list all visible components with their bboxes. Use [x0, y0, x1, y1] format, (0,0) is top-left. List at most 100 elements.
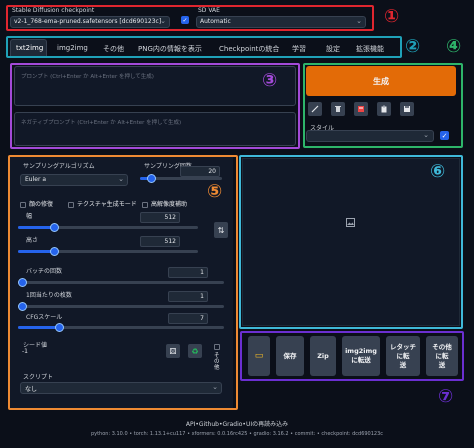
footer-versions: python: 3.10.0 • torch: 1.13.1+cu117 • x…: [90, 431, 384, 437]
clear-prompt-button[interactable]: [331, 102, 345, 116]
steps-slider-thumb[interactable]: [147, 174, 156, 183]
batch-count-input[interactable]: 1: [168, 267, 208, 278]
batch-count-slider[interactable]: [18, 278, 224, 287]
cfg-slider[interactable]: [18, 323, 224, 332]
output-gallery[interactable]: [242, 158, 460, 326]
annotation-4: ④: [446, 36, 462, 57]
paste-params-button[interactable]: [308, 102, 322, 116]
width-slider[interactable]: [18, 223, 198, 232]
dice-icon: ⚄: [169, 346, 177, 356]
batch-size-input[interactable]: 1: [168, 291, 208, 302]
save-button[interactable]: 保存: [276, 336, 304, 376]
width-input[interactable]: 512: [140, 212, 180, 223]
save-style-button[interactable]: [400, 102, 414, 116]
batch-size-label: 1回当たりの枚数: [26, 292, 72, 299]
checkpoint-label: Stable Diffusion checkpoint: [12, 7, 95, 14]
chevron-down-icon: ⌄: [356, 17, 362, 25]
negative-prompt-placeholder: ネガティブプロンプト (Ctrl+Enter か Alt+Enter を押して生…: [21, 120, 182, 126]
refresh-styles-button[interactable]: ✓: [440, 131, 449, 140]
clipboard-icon: [381, 105, 387, 113]
footer-links[interactable]: API•Github•Gradio•UIの再読み込み: [0, 419, 474, 428]
cfg-slider-thumb[interactable]: [55, 323, 64, 332]
height-slider-fill: [18, 250, 54, 253]
open-folder-button[interactable]: ▭: [248, 336, 270, 376]
recycle-icon: ♻: [191, 346, 199, 356]
batch-count-slider-thumb[interactable]: [18, 278, 27, 287]
batch-count-label: バッチの回数: [26, 268, 63, 275]
annotation-2: ②: [405, 36, 421, 57]
checkbox-icon: [214, 344, 220, 350]
width-slider-thumb[interactable]: [50, 223, 59, 232]
tab-checkpoint-merger[interactable]: Checkpointの統合: [219, 44, 279, 54]
tab-txt2img[interactable]: txt2img: [16, 44, 43, 52]
extra-networks-button[interactable]: [354, 102, 368, 116]
vae-value: Automatic: [200, 18, 231, 25]
steps-input[interactable]: 20: [180, 166, 220, 177]
zip-label: Zip: [317, 351, 329, 360]
tab-png-info[interactable]: PNG内の情報を表示: [138, 44, 202, 54]
annotation-3: ③: [262, 70, 278, 91]
card-icon: [358, 106, 364, 112]
send-to-extras-button[interactable]: その他 に転 送: [426, 336, 458, 376]
script-select[interactable]: なし ⌄: [20, 382, 222, 394]
refresh-icon: ✓: [181, 16, 189, 24]
height-slider-thumb[interactable]: [50, 247, 59, 256]
seed-value: -1: [22, 348, 28, 355]
send-to-inpaint-button[interactable]: レタッチ に転 送: [386, 336, 420, 376]
script-value: なし: [25, 386, 38, 393]
width-label: 幅: [26, 213, 33, 220]
cfg-label: CFGスケール: [26, 314, 63, 321]
tab-divider: [6, 56, 402, 57]
tab-extras[interactable]: その他: [103, 44, 124, 54]
height-slider[interactable]: [18, 247, 198, 256]
random-seed-button[interactable]: ⚄: [166, 344, 180, 358]
tab-settings[interactable]: 設定: [326, 44, 340, 54]
hires-fix-label: 高解像度補助: [151, 201, 188, 208]
image-placeholder-icon: [346, 218, 355, 227]
negative-prompt-input[interactable]: ネガティブプロンプト (Ctrl+Enter か Alt+Enter を押して生…: [14, 112, 296, 146]
save-icon: [404, 106, 410, 112]
vae-select[interactable]: Automatic ⌄: [196, 16, 366, 28]
checkbox-icon: [20, 201, 26, 208]
height-input[interactable]: 512: [140, 236, 180, 247]
generate-button[interactable]: 生成: [306, 66, 456, 96]
style-select[interactable]: ⌄: [306, 130, 434, 142]
extra-seed-label: その他: [214, 353, 220, 371]
send-to-img2img-label: img2img に転送: [345, 347, 377, 364]
sampler-value: Euler a: [25, 176, 47, 183]
sampler-select[interactable]: Euler a ⌄: [20, 174, 128, 186]
chevron-down-icon: ⌄: [423, 131, 429, 139]
seed-input[interactable]: -1: [20, 347, 156, 359]
positive-prompt-placeholder: プロンプト (Ctrl+Enter か Alt+Enter を押して生成): [21, 74, 154, 80]
tiling-checkbox[interactable]: テクスチャ生成モード: [68, 199, 137, 208]
chevron-down-icon: ⌄: [118, 175, 124, 183]
swap-dimensions-button[interactable]: ⇅: [214, 222, 228, 238]
zip-button[interactable]: Zip: [310, 336, 336, 376]
annotation-5: ⑤: [207, 181, 223, 202]
annotation-6: ⑥: [430, 161, 446, 182]
steps-slider[interactable]: [140, 174, 222, 183]
reuse-seed-button[interactable]: ♻: [188, 344, 202, 358]
tab-extensions[interactable]: 拡張機能: [356, 44, 384, 54]
cfg-input[interactable]: 7: [168, 313, 208, 324]
checkpoint-select[interactable]: v2-1_768-ema-pruned.safetensors [dcd6901…: [10, 16, 170, 28]
vae-section: SD VAE Automatic ⌄: [196, 7, 366, 29]
send-to-img2img-button[interactable]: img2img に転送: [342, 336, 380, 376]
restore-faces-checkbox[interactable]: 顔の修復: [20, 199, 53, 208]
positive-prompt-input[interactable]: プロンプト (Ctrl+Enter か Alt+Enter を押して生成): [14, 66, 296, 106]
extra-seed-checkbox[interactable]: その他: [214, 343, 224, 371]
apply-style-button[interactable]: [377, 102, 391, 116]
refresh-icon: ✓: [440, 131, 449, 140]
hires-fix-checkbox[interactable]: 高解像度補助: [142, 199, 187, 208]
batch-size-slider-thumb[interactable]: [18, 302, 27, 311]
folder-icon: ▭: [254, 350, 264, 361]
height-label: 高さ: [26, 237, 39, 244]
refresh-checkpoint-button[interactable]: ✓: [180, 15, 190, 25]
tab-train[interactable]: 学習: [292, 44, 306, 54]
annotation-7: ⑦: [438, 386, 454, 407]
arrow-icon: [311, 105, 319, 113]
tab-img2img[interactable]: img2img: [57, 44, 88, 52]
annotation-1: ①: [384, 6, 400, 27]
checkpoint-value: v2-1_768-ema-pruned.safetensors [dcd6901…: [14, 18, 162, 25]
batch-size-slider[interactable]: [18, 302, 224, 311]
